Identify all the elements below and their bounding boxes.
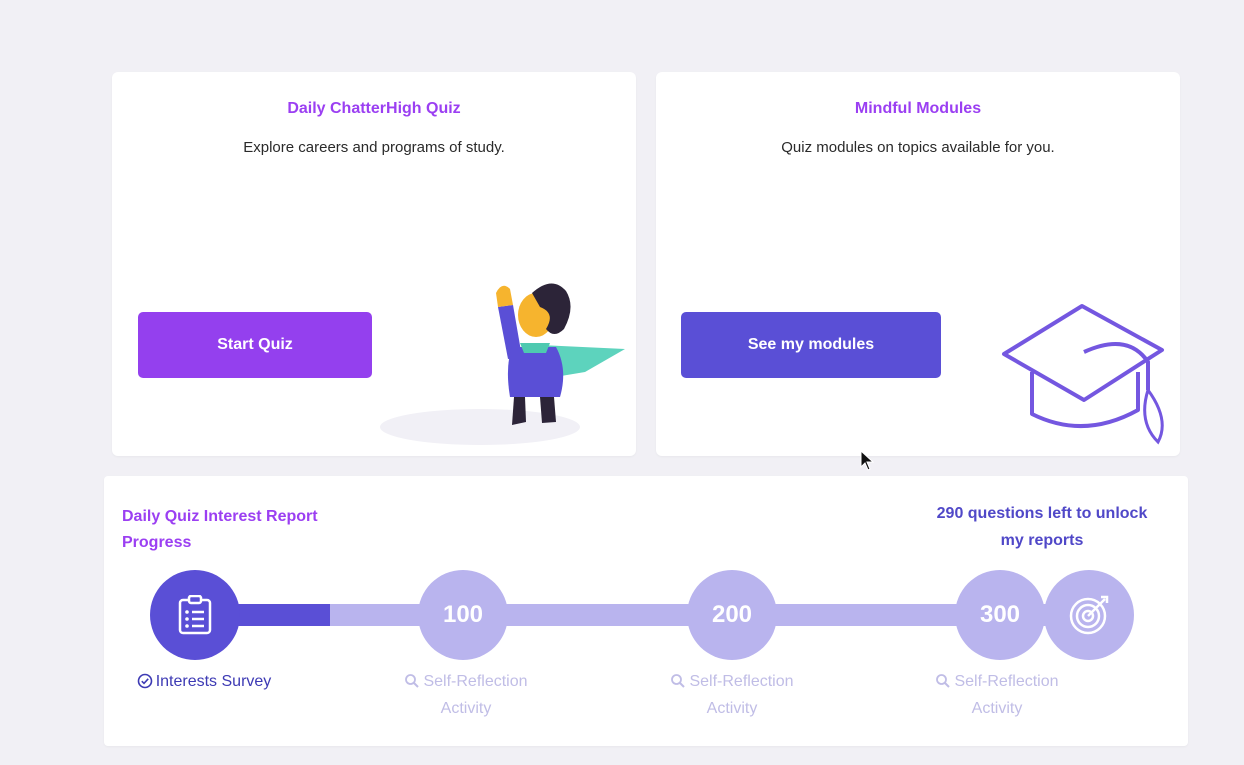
modules-card-title: Mindful Modules xyxy=(854,100,982,117)
target-icon xyxy=(1069,595,1109,635)
search-icon xyxy=(671,674,686,688)
questions-left-text: 290 questions left to unlock my reports xyxy=(936,505,1148,549)
check-circle-icon xyxy=(137,673,152,689)
daily-quiz-card: Daily ChatterHigh Quiz Explore careers a… xyxy=(112,72,636,456)
graduation-cap-illustration xyxy=(1002,304,1164,445)
superhero-student-illustration xyxy=(380,283,625,445)
progress-title: Daily Quiz Interest Report Progress xyxy=(122,508,318,551)
quiz-card-description: Explore careers and programs of study. xyxy=(243,139,505,156)
milestone-interests-survey[interactable] xyxy=(150,570,240,660)
mouse-cursor-icon xyxy=(860,450,875,471)
milestone-label-self-reflection-1: Self-Reflection Activity xyxy=(381,668,551,722)
milestone-label-interests-survey: Interests Survey xyxy=(119,668,289,695)
modules-card-description: Quiz modules on topics available for you… xyxy=(781,139,1055,156)
search-icon xyxy=(405,674,420,688)
milestone-value: 100 xyxy=(442,601,484,628)
quiz-card-title: Daily ChatterHigh Quiz xyxy=(287,100,461,117)
mindful-modules-card: Mindful Modules Quiz modules on topics a… xyxy=(656,72,1180,456)
see-modules-button[interactable]: See my modules xyxy=(681,312,941,378)
milestone-label-self-reflection-3: Self-Reflection Activity xyxy=(912,668,1082,722)
search-icon xyxy=(936,674,951,688)
start-quiz-button[interactable]: Start Quiz xyxy=(138,312,372,378)
clipboard-icon xyxy=(178,595,212,635)
interest-report-progress-card: Daily Quiz Interest Report Progress 290 … xyxy=(104,476,1188,746)
milestone-label-self-reflection-2: Self-Reflection Activity xyxy=(647,668,817,722)
milestone-value: 300 xyxy=(979,601,1021,628)
milestone-300[interactable]: 300 xyxy=(955,570,1045,660)
milestone-value: 200 xyxy=(711,601,753,628)
milestone-reports-target[interactable] xyxy=(1044,570,1134,660)
milestone-200[interactable]: 200 xyxy=(687,570,777,660)
milestone-100[interactable]: 100 xyxy=(418,570,508,660)
